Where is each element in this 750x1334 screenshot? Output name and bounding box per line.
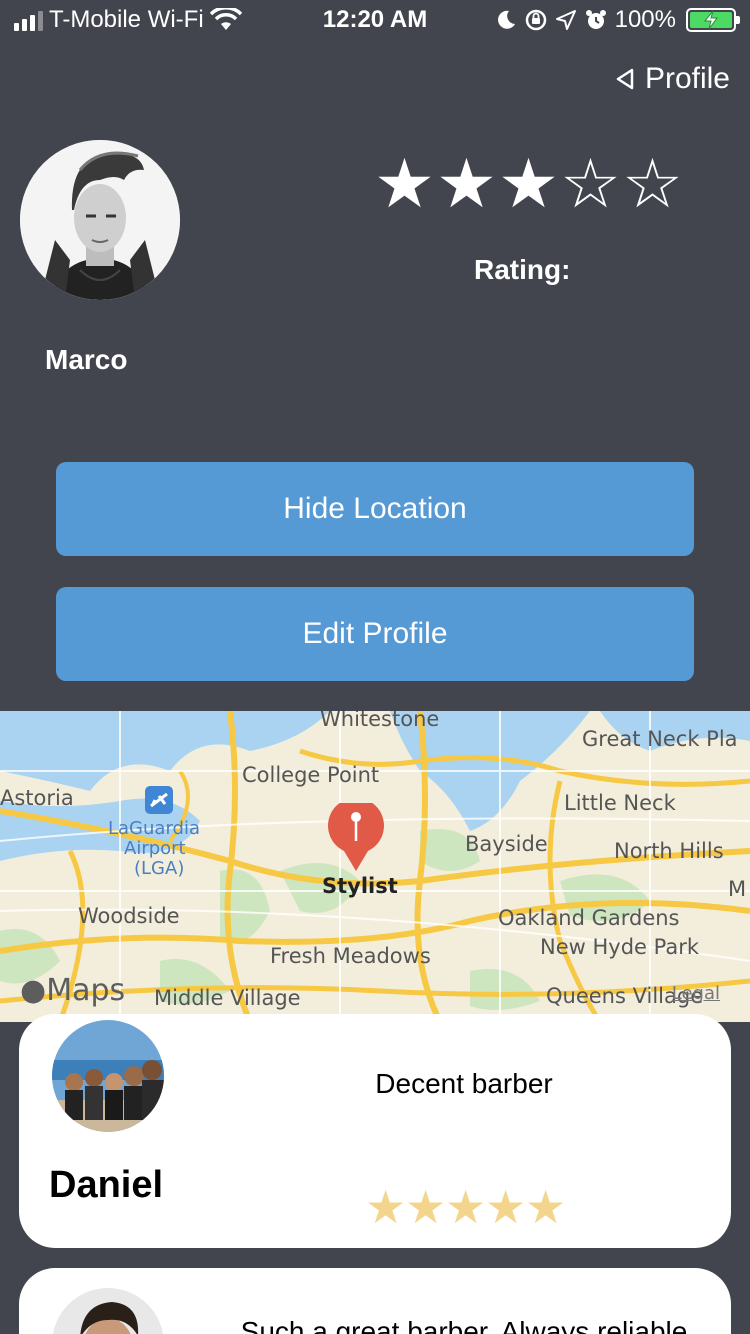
status-right: 100% <box>495 6 740 34</box>
map-place-label: Bayside <box>465 832 548 856</box>
legal-link[interactable]: Legal <box>672 983 720 1004</box>
review-text: Decent barber <box>375 1068 553 1099</box>
star-filled-icon: ★ <box>374 146 435 222</box>
star-filled-icon: ★ <box>525 1181 567 1233</box>
airport-icon <box>145 786 173 814</box>
profile-name: Marco <box>45 344 128 375</box>
map-place-label: Great Neck Pla <box>582 727 738 751</box>
review-text: Such a great barber. Always reliable <box>240 1316 688 1334</box>
location-map[interactable]: Whitestone Great Neck Pla College Point … <box>0 711 750 1022</box>
map-place-label: Oakland Gardens <box>498 906 680 930</box>
map-pin-icon[interactable] <box>328 803 384 873</box>
star-filled-icon: ★ <box>436 146 497 222</box>
moon-icon <box>497 10 515 29</box>
location-icon <box>555 10 576 30</box>
maps-brand-label: Maps <box>46 973 126 1008</box>
orientation-lock-icon <box>525 9 546 31</box>
review-card: Such a great barber. Always reliable <box>19 1268 731 1334</box>
map-place-label: Astoria <box>0 786 74 810</box>
edit-profile-button[interactable]: Edit Profile <box>56 587 694 681</box>
map-place-label: M <box>728 877 747 901</box>
map-place-label: Woodside <box>78 904 180 928</box>
star-empty-icon: ☆ <box>560 146 621 222</box>
reviewer-avatar <box>52 1288 164 1334</box>
map-place-label: Little Neck <box>564 791 676 815</box>
reviewer-avatar <box>52 1020 164 1132</box>
map-place-label: LaGuardia <box>108 818 200 839</box>
star-filled-icon: ★ <box>405 1181 447 1233</box>
battery-charging-icon <box>686 8 740 32</box>
star-filled-icon: ★ <box>445 1181 487 1233</box>
profile-nav-label: Profile <box>644 62 730 95</box>
status-bar: T-Mobile Wi-Fi 12:20 AM 100% <box>0 0 750 40</box>
apple-maps-logo: ●Maps <box>20 973 125 1008</box>
map-place-label: Fresh Meadows <box>270 944 431 968</box>
hide-location-button[interactable]: Hide Location <box>56 462 694 556</box>
alarm-icon <box>585 10 606 29</box>
back-triangle-icon <box>616 68 634 90</box>
map-place-label: Middle Village <box>154 986 301 1010</box>
profile-nav-button[interactable]: Profile <box>615 62 730 96</box>
avatar <box>20 140 180 300</box>
map-place-label: (LGA) <box>134 858 185 879</box>
star-filled-icon: ★ <box>485 1181 527 1233</box>
star-filled-icon: ★ <box>365 1181 407 1233</box>
map-place-label: New Hyde Park <box>540 935 700 959</box>
map-place-label: Whitestone <box>320 711 440 731</box>
review-card: Decent barber Daniel ★ ★ ★ ★ ★ <box>19 1014 731 1248</box>
review-stars: ★ ★ ★ ★ ★ <box>365 1181 567 1233</box>
rating-label: Rating: <box>474 254 571 285</box>
battery-percent: 100% <box>614 6 676 33</box>
map-place-label: North Hills <box>614 839 724 863</box>
profile-rating-stars: ★ ★ ★ ☆ ☆ <box>374 146 683 222</box>
star-empty-icon: ☆ <box>622 146 683 222</box>
star-filled-icon: ★ <box>498 146 559 222</box>
map-pin-label: Stylist <box>322 874 398 898</box>
map-place-label: Airport <box>124 838 186 859</box>
reviewer-name: Daniel <box>49 1164 164 1206</box>
map-place-label: College Point <box>242 763 380 787</box>
apple-icon: ● <box>20 973 47 1008</box>
